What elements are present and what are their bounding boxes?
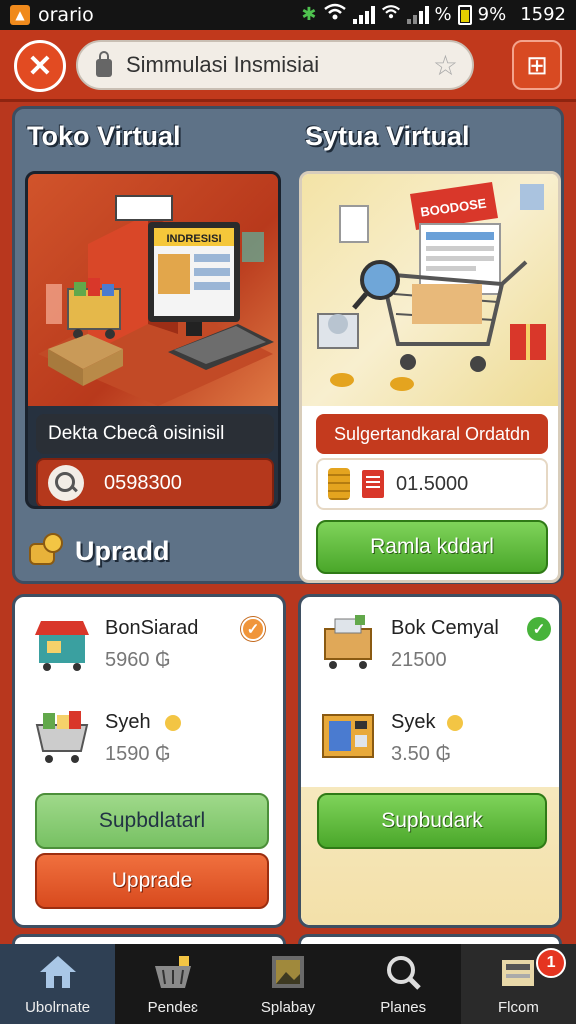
address-text: Simmulasi Insmisiai bbox=[126, 52, 320, 77]
status-bar: ▲ orario ✱ % 9% 1592 bbox=[0, 0, 576, 30]
coins-icon bbox=[328, 468, 350, 500]
upgrade-icon bbox=[29, 533, 65, 569]
item-name: BonSiarad bbox=[105, 617, 199, 639]
nav-orders[interactable]: Pendeɛ bbox=[115, 944, 230, 1024]
shop-card-b: Bok Cemyal 21500 ✓ Syek 3.50 ₲ Supbudark bbox=[298, 594, 562, 928]
upgrade-label: Upradd bbox=[75, 535, 170, 566]
key-icon bbox=[165, 715, 181, 731]
key-icon bbox=[447, 715, 463, 731]
virtual-store-card[interactable]: INDRESISI Dekta Cbecâ oisinisil 0598300 bbox=[25, 171, 281, 509]
item-name: Syek bbox=[391, 711, 436, 733]
notification-badge: 1 bbox=[536, 948, 567, 978]
battery-icon bbox=[457, 4, 472, 25]
upgrade-button[interactable]: Upprade bbox=[35, 853, 269, 909]
nav-inbox[interactable]: 1 Flcom bbox=[460, 944, 576, 1024]
crate-cart-icon bbox=[324, 615, 372, 669]
store-illustration: INDRESISI bbox=[28, 174, 278, 406]
store-search-value: 0598300 bbox=[104, 471, 182, 494]
nav-display[interactable]: Splabay bbox=[230, 944, 345, 1024]
receipt-icon bbox=[362, 470, 384, 498]
star-icon[interactable]: ☆ bbox=[433, 49, 458, 82]
nav-label: Ubolrnate bbox=[25, 999, 91, 1016]
item-price: 21500 bbox=[391, 649, 447, 671]
status-right: ✱ % 9% 1592 bbox=[301, 3, 566, 26]
virtual-cart-card[interactable]: BOODOSE Sulgertandkaral Ordatdn 01.5000 … bbox=[299, 171, 561, 583]
card-a-green-button[interactable]: Supbdlatarl bbox=[35, 793, 269, 849]
signal-icon-2 bbox=[406, 5, 429, 24]
cart-label: Sulgertandkaral Ordatdn bbox=[316, 414, 548, 454]
carrier-name: orario bbox=[38, 4, 94, 26]
gift-icon: ⊞ bbox=[526, 49, 548, 80]
shop-card-a: BonSiarad 5960 ₲ ✓ Syeh 1590 ₲ Supbdlata… bbox=[12, 594, 286, 928]
monitor-sign-text: INDRESISI bbox=[166, 233, 221, 245]
bottom-nav: Ubolrnate Pendeɛ Splabay Planes 1 Flcom bbox=[0, 944, 576, 1024]
bluetooth-icon: ✱ bbox=[301, 4, 317, 25]
inbox-icon bbox=[502, 960, 535, 986]
gallery-icon bbox=[272, 956, 304, 988]
left-panel-title: Toko Virtual bbox=[27, 121, 181, 151]
address-bar[interactable]: Simmulasi Insmisiai ☆ bbox=[76, 40, 474, 90]
cart-value: 01.5000 bbox=[396, 472, 469, 495]
item-price: 3.50 ₲ bbox=[391, 743, 452, 765]
status-left: ▲ orario bbox=[10, 4, 94, 26]
check-icon: ✓ bbox=[527, 617, 551, 641]
vending-machine-icon bbox=[322, 714, 374, 758]
cart-illustration: BOODOSE bbox=[302, 174, 558, 406]
clock: 1592 bbox=[520, 4, 566, 25]
list-item[interactable]: BonSiarad 5960 ₲ ✓ bbox=[33, 613, 273, 683]
nav-home[interactable]: Ubolrnate bbox=[0, 944, 116, 1024]
close-icon: ✕ bbox=[27, 49, 53, 83]
list-item[interactable]: Syek 3.50 ₲ bbox=[319, 707, 559, 777]
item-price: 1590 ₲ bbox=[105, 743, 171, 765]
signal-icon bbox=[352, 5, 375, 24]
basket-icon bbox=[154, 956, 191, 988]
app-notification-icon: ▲ bbox=[10, 5, 30, 25]
nav-label: Planes bbox=[380, 999, 427, 1016]
percent-icon: % bbox=[434, 4, 452, 25]
cart-action-button[interactable]: Ramla kddarl bbox=[316, 520, 548, 574]
item-name: Bok Cemyal bbox=[391, 617, 499, 639]
nav-search[interactable]: Planes bbox=[346, 944, 461, 1024]
battery-level: 9% bbox=[477, 4, 507, 25]
right-panel-title: Sytua Virtual bbox=[305, 121, 470, 151]
nav-label: Flcom bbox=[497, 999, 539, 1016]
close-button[interactable]: ✕ bbox=[14, 40, 66, 92]
store-search-field[interactable]: 0598300 bbox=[36, 458, 274, 506]
list-item[interactable]: Syeh 1590 ₲ bbox=[33, 707, 273, 777]
wifi-icon bbox=[323, 3, 347, 26]
store-label: Dekta Cbecâ oisinisil bbox=[36, 414, 274, 454]
home-icon bbox=[39, 956, 76, 988]
lock-icon bbox=[96, 51, 112, 77]
gift-button[interactable]: ⊞ bbox=[512, 40, 562, 90]
market-stall-icon bbox=[35, 621, 89, 671]
top-bar: ✕ Simmulasi Insmisiai ☆ ⊞ bbox=[0, 30, 576, 102]
card-b-green-button[interactable]: Supbudark bbox=[317, 793, 547, 849]
search-icon bbox=[387, 956, 421, 990]
wifi-icon-2 bbox=[381, 4, 401, 25]
store-sign bbox=[115, 195, 173, 221]
upgrade-link[interactable]: Upradd bbox=[29, 533, 170, 569]
item-price: 5960 ₲ bbox=[105, 649, 171, 671]
item-name: Syeh bbox=[105, 711, 151, 733]
main-panel: Toko Virtual Sytua Virtual INDRESISI Dek… bbox=[12, 106, 564, 584]
nav-label: Splabay bbox=[260, 999, 316, 1016]
cart-value-field: 01.5000 bbox=[316, 458, 548, 510]
check-icon: ✓ bbox=[241, 617, 265, 641]
search-icon[interactable] bbox=[48, 465, 84, 501]
nav-label: Pendeɛ bbox=[147, 999, 198, 1016]
list-item[interactable]: Bok Cemyal 21500 ✓ bbox=[319, 613, 559, 683]
shopping-cart-icon bbox=[35, 711, 89, 763]
